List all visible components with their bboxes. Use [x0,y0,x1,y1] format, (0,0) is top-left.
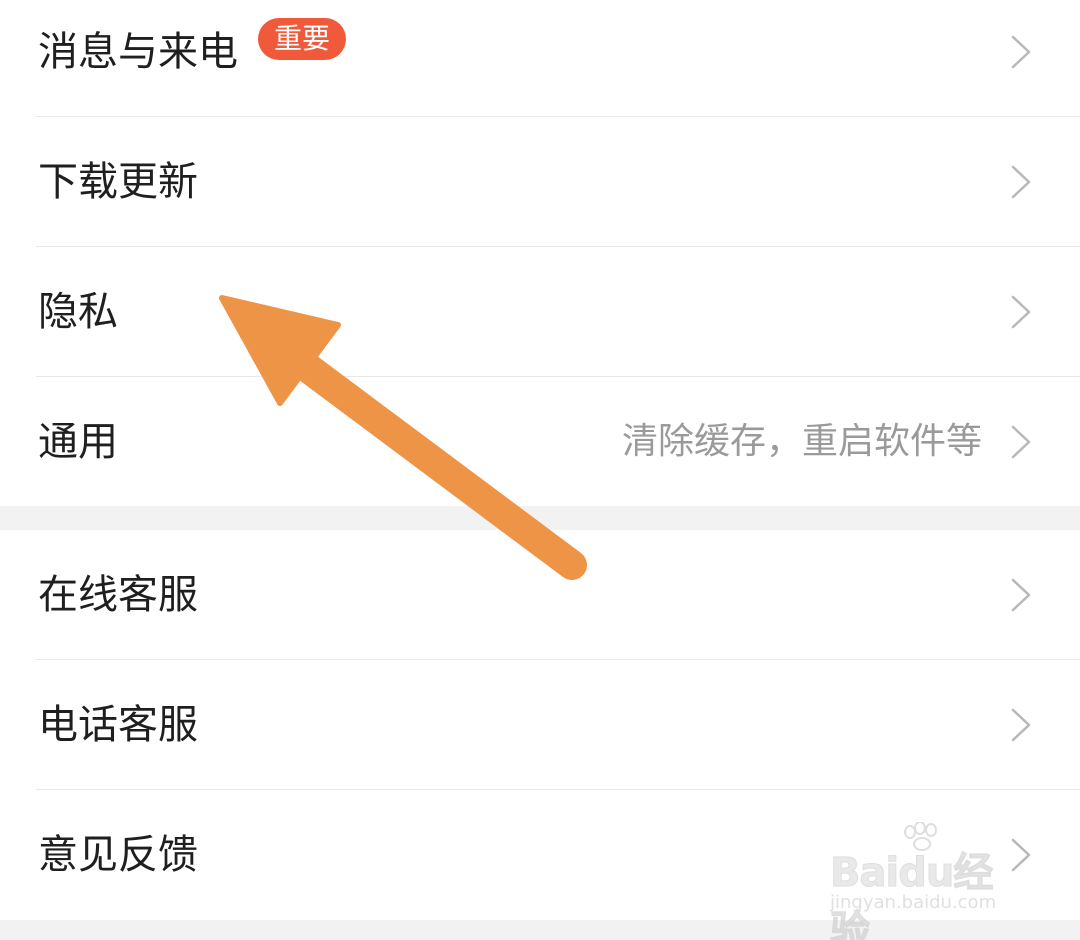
row-label: 在线客服 [38,572,198,618]
row-phone-support[interactable]: 电话客服 [0,660,1080,790]
chevron-right-icon [1011,165,1031,199]
chevron-right-icon [1011,425,1031,459]
row-online-support[interactable]: 在线客服 [0,530,1080,660]
important-badge: 重要 [258,18,346,60]
settings-group-1: 消息与来电 重要 下载更新 隐私 通用 清除缓存，重启软件等 [0,0,1080,506]
chevron-right-icon [1011,295,1031,329]
row-label: 电话客服 [38,702,198,748]
row-download-updates[interactable]: 下载更新 [0,117,1080,247]
row-label: 消息与来电 [38,29,238,75]
row-label: 隐私 [38,289,118,335]
row-privacy[interactable]: 隐私 [0,247,1080,377]
row-label: 下载更新 [38,159,198,205]
watermark-site: jingyan.baidu.com [830,892,997,913]
chevron-right-icon [1011,578,1031,612]
row-hint: 清除缓存，重启软件等 [621,421,982,462]
baidu-watermark: Baidu经验 jingyan.baidu.com [829,820,1030,940]
row-label: 通用 [38,419,118,465]
row-label: 意见反馈 [38,832,198,878]
row-messages-calls[interactable]: 消息与来电 重要 [0,0,1080,117]
chevron-right-icon [1011,35,1031,69]
chevron-right-icon [1011,708,1031,742]
watermark-brand: Baidu经验 [829,850,993,940]
row-general[interactable]: 通用 清除缓存，重启软件等 [0,377,1080,507]
settings-page: 消息与来电 重要 下载更新 隐私 通用 清除缓存，重启软件等 在线客服 电话客服… [0,0,1080,940]
